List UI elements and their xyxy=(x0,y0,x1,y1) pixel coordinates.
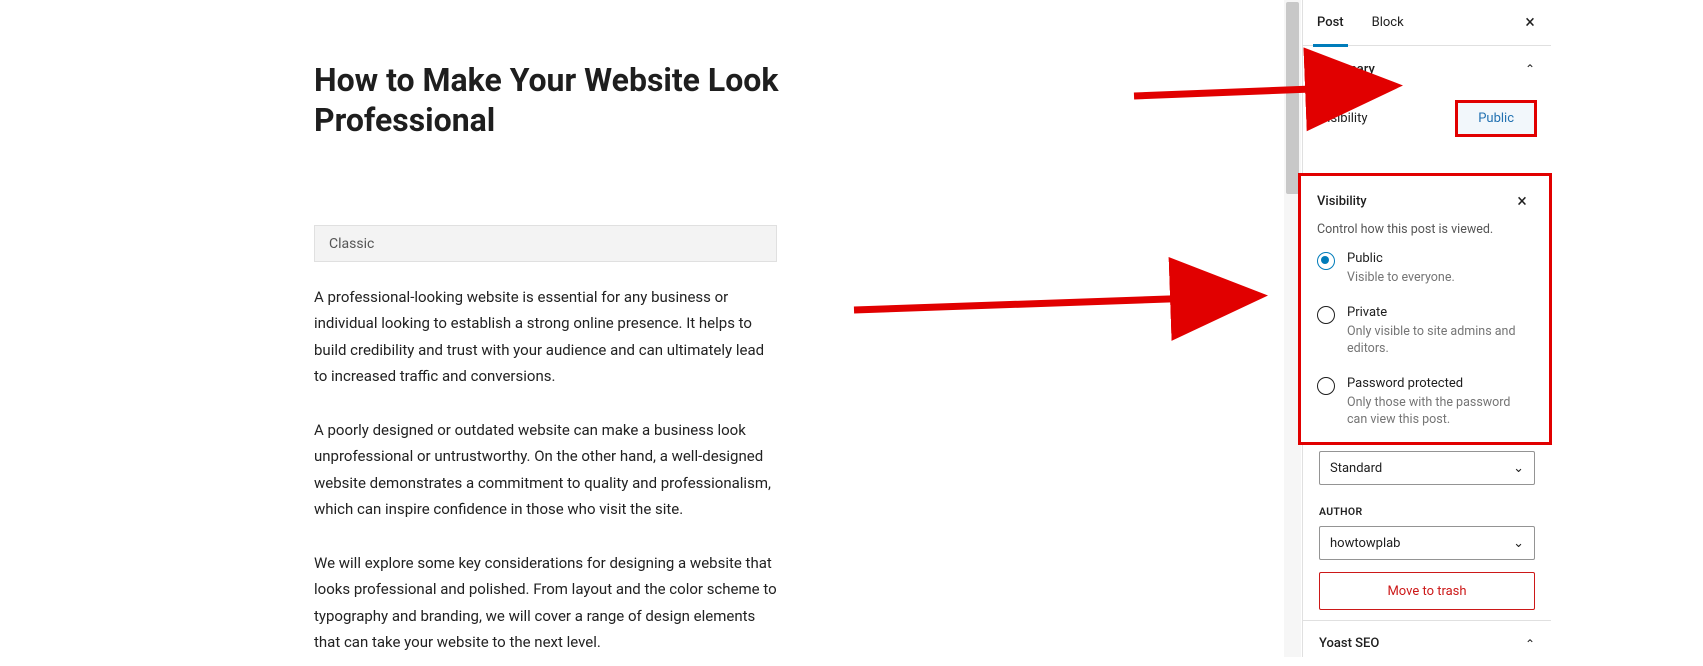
visibility-button[interactable]: Public xyxy=(1458,103,1534,134)
option-title: Password protected xyxy=(1347,376,1533,391)
radio-unselected-icon[interactable] xyxy=(1317,306,1335,324)
radio-unselected-icon[interactable] xyxy=(1317,377,1335,395)
classic-block-label: Classic xyxy=(329,236,374,252)
yoast-heading: Yoast SEO xyxy=(1319,636,1379,651)
post-format-select[interactable]: Standard ⌄ xyxy=(1319,451,1535,485)
author-select[interactable]: howtowplab ⌄ xyxy=(1319,526,1535,560)
visibility-row: Visibility Public xyxy=(1303,92,1551,145)
tab-post[interactable]: Post xyxy=(1303,0,1358,46)
editor-canvas: How to Make Your Website Look Profession… xyxy=(0,0,1280,657)
option-desc: Visible to everyone. xyxy=(1347,270,1455,287)
tab-block[interactable]: Block xyxy=(1358,0,1418,46)
chevron-up-icon: ⌃ xyxy=(1525,62,1535,76)
annotation-highlight-visibility-button: Public xyxy=(1455,100,1537,137)
option-title: Private xyxy=(1347,305,1533,320)
paragraph[interactable]: We will explore some key considerations … xyxy=(314,550,777,655)
author-value: howtowplab xyxy=(1330,536,1400,551)
radio-selected-icon[interactable] xyxy=(1317,252,1335,270)
summary-heading: Summary xyxy=(1319,62,1375,77)
scrollbar-thumb[interactable] xyxy=(1286,2,1299,194)
visibility-option-password[interactable]: Password protected Only those with the p… xyxy=(1317,376,1533,429)
visibility-option-public[interactable]: Public Visible to everyone. xyxy=(1317,251,1533,287)
close-popover-button[interactable]: × xyxy=(1511,190,1533,212)
post-content[interactable]: A professional-looking website is essent… xyxy=(314,284,777,655)
author-label: AUTHOR xyxy=(1303,497,1551,520)
paragraph[interactable]: A poorly designed or outdated website ca… xyxy=(314,417,777,522)
sidebar-tabs: Post Block × xyxy=(1303,0,1551,46)
close-sidebar-button[interactable]: × xyxy=(1519,11,1541,33)
option-desc: Only those with the password can view th… xyxy=(1347,395,1533,429)
visibility-popover-title: Visibility xyxy=(1317,194,1367,209)
chevron-up-icon: ⌃ xyxy=(1525,637,1535,651)
visibility-label: Visibility xyxy=(1319,111,1368,126)
visibility-popover-desc: Control how this post is viewed. xyxy=(1317,222,1533,237)
post-title[interactable]: How to Make Your Website Look Profession… xyxy=(314,60,794,140)
yoast-panel-toggle[interactable]: Yoast SEO ⌃ xyxy=(1303,620,1551,666)
classic-block-placeholder[interactable]: Classic xyxy=(314,225,777,262)
paragraph[interactable]: A professional-looking website is essent… xyxy=(314,284,777,389)
chevron-down-icon: ⌄ xyxy=(1513,536,1524,551)
option-desc: Only visible to site admins and editors. xyxy=(1347,324,1533,358)
post-format-value: Standard xyxy=(1330,461,1382,476)
visibility-option-private[interactable]: Private Only visible to site admins and … xyxy=(1317,305,1533,358)
move-to-trash-button[interactable]: Move to trash xyxy=(1319,572,1535,610)
chevron-down-icon: ⌄ xyxy=(1513,461,1524,476)
settings-sidebar: Post Block × Summary ⌃ Visibility Public… xyxy=(1302,0,1551,657)
option-title: Public xyxy=(1347,251,1455,266)
visibility-popover: Visibility × Control how this post is vi… xyxy=(1298,173,1552,445)
summary-panel-toggle[interactable]: Summary ⌃ xyxy=(1303,46,1551,92)
